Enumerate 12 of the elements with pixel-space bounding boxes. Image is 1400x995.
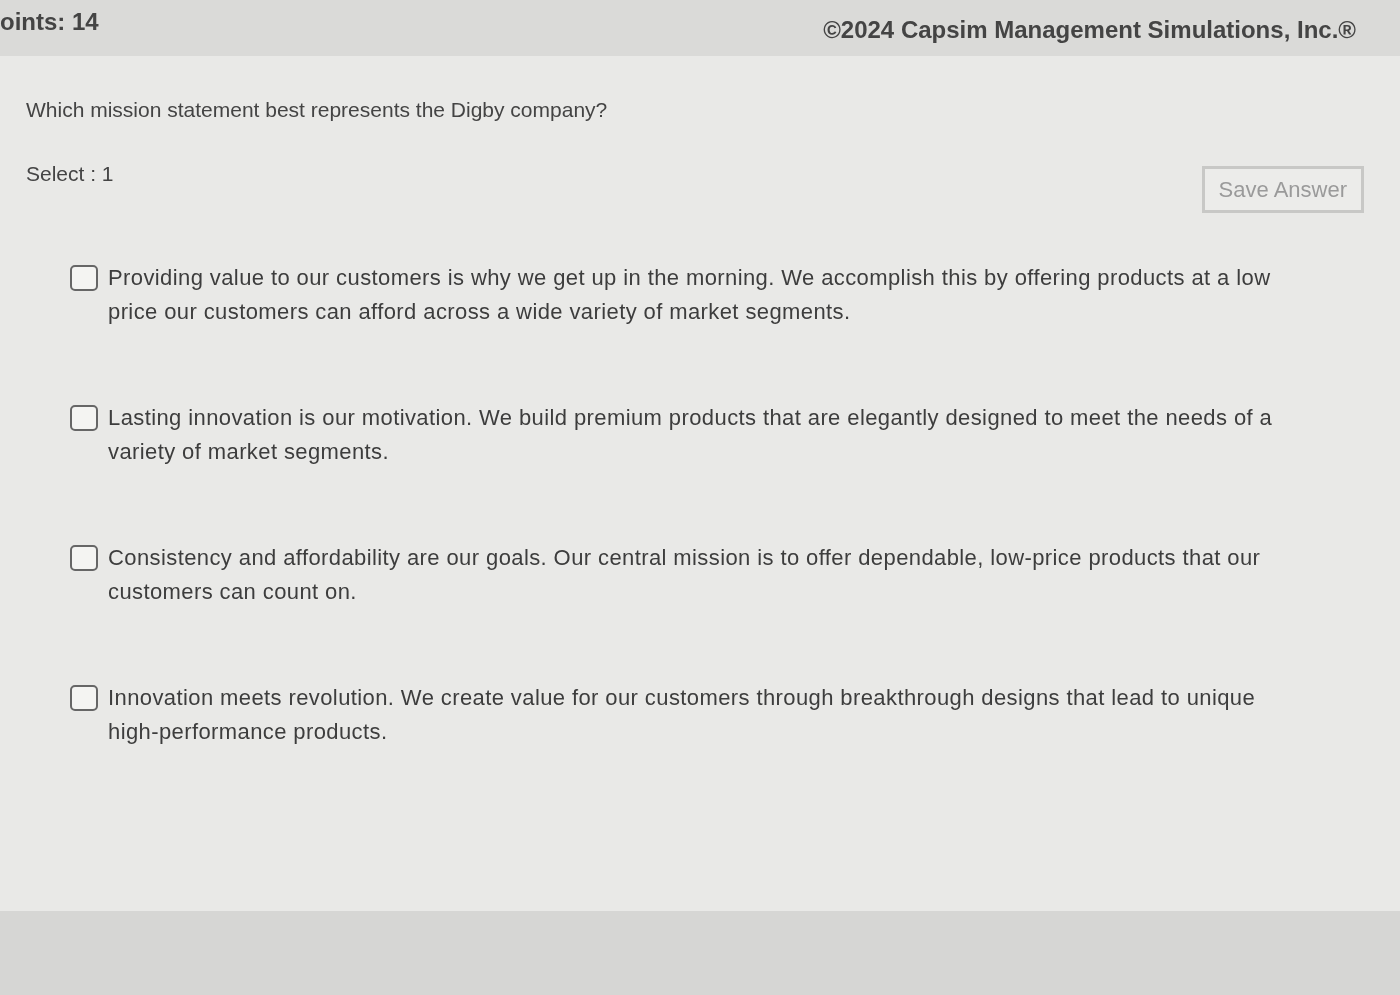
checkbox[interactable] bbox=[70, 544, 98, 571]
checkbox[interactable] bbox=[70, 264, 98, 291]
select-count-text: Select : 1 bbox=[26, 160, 114, 187]
checkbox[interactable] bbox=[70, 404, 98, 431]
option-text: Consistency and affordability are our goals. Our central mission is to offer dependable, low-price products that our customers can count on. bbox=[108, 543, 1262, 606]
option-text: Lasting innovation is our motivation. We build premium products that are elegantly designed to meet the needs of a variety of market segments. bbox=[108, 403, 1274, 466]
option-text: Innovation meets revolution. We create value for our customers through breakthrough designs that lead to unique high-performance products. bbox=[108, 684, 1257, 747]
points-text: oints: 14 bbox=[0, 7, 99, 37]
option-text: Providing value to our customers is why we get up in the morning. We accomplish this by offering products at a low price our customers can afford across a wide variety of market segments. bbox=[108, 263, 1272, 326]
copyright-text: ©2024 Capsim Management Simulations, Inc.® bbox=[823, 15, 1356, 45]
checkbox[interactable] bbox=[70, 685, 98, 712]
question-text: Which mission statement best represents the Digby company? bbox=[26, 97, 609, 123]
